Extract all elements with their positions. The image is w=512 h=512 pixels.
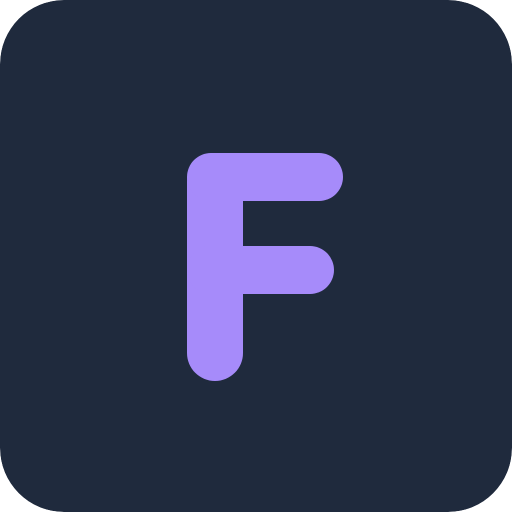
app-icon: F — [0, 0, 512, 512]
letter-f-top-bar — [187, 153, 343, 201]
letter-f-icon: F — [0, 0, 512, 512]
letter-f-middle-bar — [187, 246, 334, 294]
